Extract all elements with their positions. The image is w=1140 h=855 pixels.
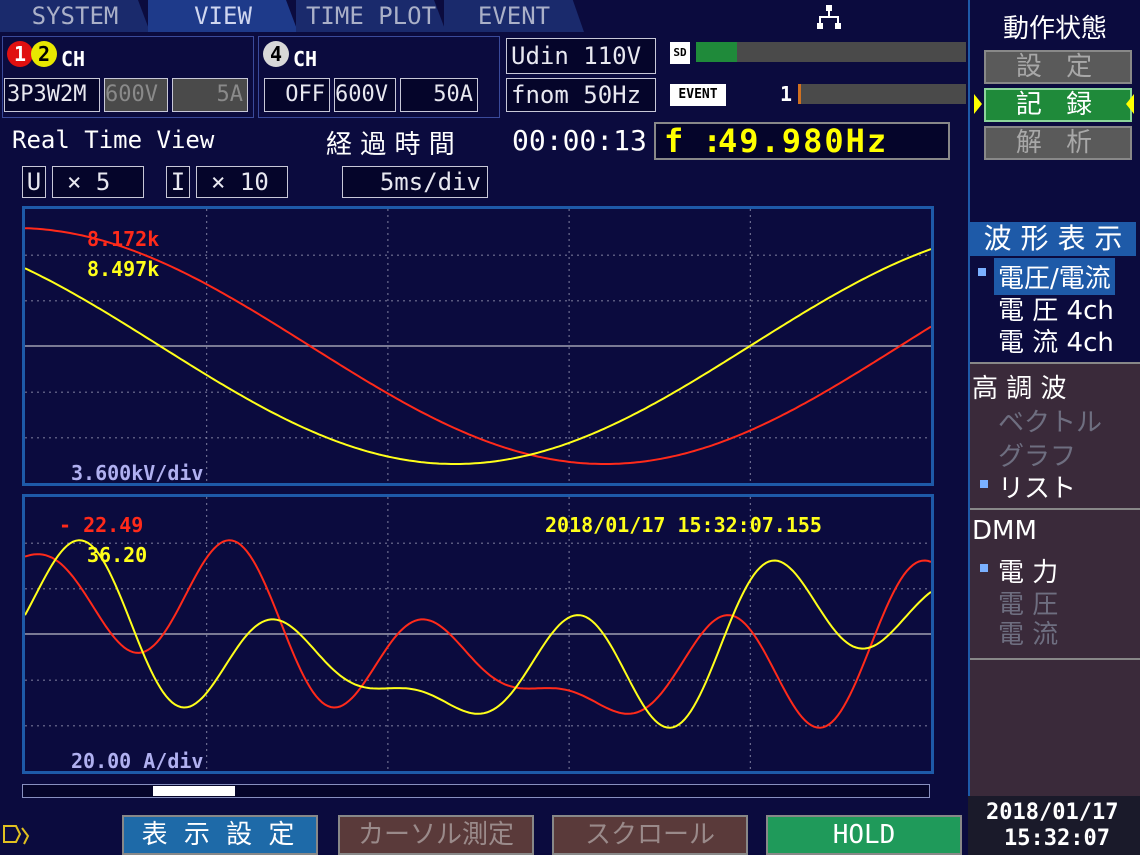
ch2-icon: 2 [31,41,57,67]
selected-bullet-icon [978,268,986,276]
freq-value: 49.980Hz [718,122,889,160]
tab-event[interactable]: EVENT [444,0,584,32]
sd-usage-bar [696,42,966,62]
ch12-volt-range[interactable]: 600V [104,78,168,112]
current-timestamp: 2018/01/17 15:32:07.155 [545,513,822,537]
status-title: 動作状態 [1002,14,1107,44]
frequency-box: f : 49.980Hz [654,122,950,160]
scroll-button[interactable]: スクロール [552,815,748,855]
tab-view[interactable]: VIEW [148,0,298,32]
analysis-button[interactable]: 解 析 [984,126,1132,160]
current-waveform [25,497,931,769]
power-bullet-icon [980,564,988,572]
freq-label: f : [664,122,722,160]
udin-field[interactable]: Udin 110V [506,38,656,74]
current-plot[interactable]: - 22.49 36.20 2018/01/17 15:32:07.155 20… [22,494,934,774]
elapsed-label: 経 過 時 間 [326,130,455,160]
clock-date: 2018/01/17 [986,800,1119,825]
usb-key-icon [2,820,34,848]
u-zoom-label: U [22,166,46,198]
record-right-arrow-icon [1126,94,1134,114]
harmonic-title: 高 調 波 [972,374,1067,404]
view-title: Real Time View [12,126,215,154]
ch4-icon: 4 [263,41,289,67]
voltage-red-value: 8.172k [87,227,160,251]
ch4-volt-range[interactable]: 600V [334,78,396,112]
current-scale: 20.00 A/div [71,749,204,773]
record-button[interactable]: 記 録 [984,88,1132,122]
settings-button[interactable]: 設 定 [984,50,1132,84]
wiring-field[interactable]: 3P3W2M [4,78,100,112]
list-bullet-icon [980,480,988,488]
timebase-field[interactable]: 5ms/div [342,166,488,198]
voltage-waveform [25,209,931,481]
waveform-menu-title: 波 形 表 示 [970,222,1136,256]
ch12-label: CH [61,47,86,71]
hold-button[interactable]: HOLD [766,815,962,855]
ch4-state[interactable]: OFF [264,78,330,112]
voltage-plot[interactable]: 8.172k 8.497k 3.600kV/div [22,206,934,486]
scroll-track[interactable] [22,784,930,798]
menu-vector[interactable]: ベクトル [998,402,1102,439]
menu-current[interactable]: 電 流 [998,614,1058,651]
event-bar [798,84,966,104]
sd-usage-fill [696,42,737,62]
elapsed-time: 00:00:13 [512,124,647,157]
voltage-scale: 3.600kV/div [71,461,204,485]
u-zoom-value[interactable]: × 5 [52,166,144,198]
voltage-yellow-trace [25,248,931,465]
event-count: 1 [780,82,793,106]
event-bar-fill [798,84,802,104]
cursor-measure-button[interactable]: カーソル測定 [338,815,534,855]
network-icon [816,4,842,30]
ch1-icon: 1 [7,41,33,67]
dmm-title: DMM [972,516,1037,546]
current-red-value: - 22.49 [59,513,144,537]
tab-system[interactable]: SYSTEM [0,0,150,32]
ch4-label: CH [293,47,318,71]
ch4-curr-range[interactable]: 50A [400,78,478,112]
scroll-thumb[interactable] [153,786,235,796]
voltage-yellow-value: 8.497k [87,257,160,281]
i-zoom-value[interactable]: × 10 [196,166,288,198]
menu-current-4ch[interactable]: 電 流 4ch [998,322,1114,359]
menu-list[interactable]: リスト [998,468,1076,505]
fnom-field[interactable]: fnom 50Hz [506,78,656,112]
event-icon: EVENT [670,84,726,106]
menu-divider [970,658,1140,660]
tab-time-plot[interactable]: TIME PLOT [296,0,446,32]
record-left-arrow-icon [974,94,982,114]
clock-time: 15:32:07 [1004,826,1110,851]
sd-card-icon: SD [670,42,690,64]
i-zoom-label: I [166,166,190,198]
display-settings-button[interactable]: 表 示 設 定 [122,815,318,855]
ch12-curr-range[interactable]: 5A [172,78,248,112]
current-yellow-value: 36.20 [87,543,148,567]
